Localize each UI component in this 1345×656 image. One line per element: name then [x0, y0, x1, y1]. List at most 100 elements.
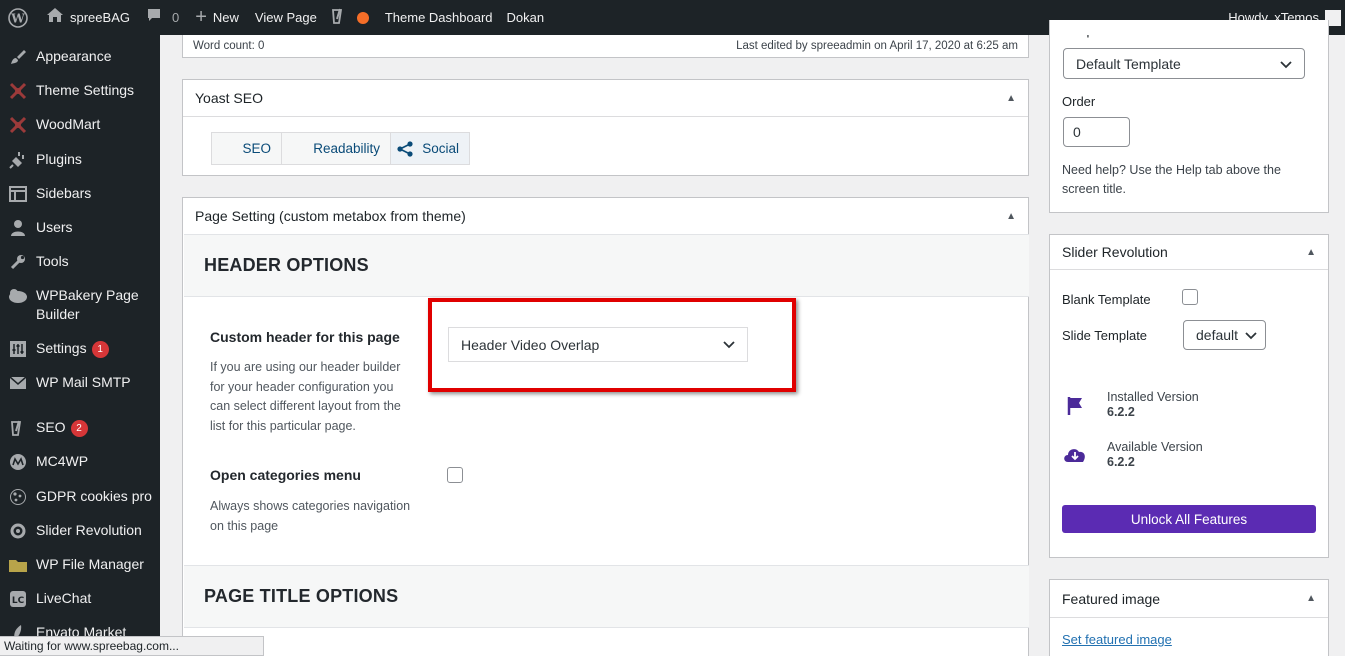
comment-icon — [146, 7, 162, 28]
available-version-value: 6.2.2 — [1107, 455, 1135, 469]
flag-icon — [1066, 396, 1086, 419]
featured-image-header[interactable]: Featured image ▲ — [1050, 580, 1328, 618]
mail-icon — [8, 373, 28, 393]
slide-template-label: Slide Template — [1062, 328, 1148, 343]
custom-header-title: Custom header for this page — [210, 329, 400, 345]
sidebar-item-appearance[interactable]: Appearance — [0, 47, 160, 67]
sidebar-item-wp-file-manager[interactable]: WP File Manager — [0, 555, 160, 575]
blank-template-label: Blank Template — [1062, 292, 1151, 307]
template-selected-value: Default Template — [1076, 55, 1181, 72]
sidebar-item-mc4wp[interactable]: MC4WP — [0, 452, 160, 472]
open-categories-checkbox[interactable] — [447, 467, 463, 483]
sidebar-item-users[interactable]: Users — [0, 218, 160, 238]
order-input[interactable]: 0 — [1063, 117, 1130, 147]
sidebar-item-settings[interactable]: Settings 1 — [0, 339, 160, 359]
yoast-seo-title: Yoast SEO — [195, 90, 263, 106]
collapse-arrow-icon[interactable]: ▲ — [1006, 211, 1016, 222]
open-categories-title: Open categories menu — [210, 467, 361, 483]
page-setting-metabox: Page Setting (custom metabox from theme)… — [182, 197, 1029, 656]
new-label: New — [212, 10, 239, 25]
sidebar-item-tools[interactable]: Tools — [0, 252, 160, 272]
collapse-arrow-icon[interactable]: ▲ — [1006, 93, 1016, 104]
custom-header-description: If you are using our header builder for … — [210, 360, 401, 433]
woodmart-icon — [8, 115, 28, 135]
collapse-arrow-icon[interactable]: ▲ — [1306, 247, 1316, 258]
open-categories-description: Always shows categories navigation on th… — [210, 499, 411, 533]
comments-count: 0 — [171, 10, 180, 25]
template-select[interactable]: Default Template — [1063, 48, 1305, 79]
seo-score-indicator — [356, 11, 369, 24]
seo-notification-badge: 2 — [70, 420, 88, 437]
sidebar-item-woodmart[interactable]: WoodMart — [0, 115, 160, 135]
settings-update-badge: 1 — [91, 341, 109, 358]
slider-revolution-header[interactable]: Slider Revolution ▲ — [1050, 235, 1328, 270]
wordpress-logo-icon[interactable]: W — [0, 0, 34, 35]
plus-icon: + — [195, 6, 207, 28]
theme-dashboard-link[interactable]: Theme Dashboard — [379, 0, 499, 35]
yoast-seo-header[interactable]: Yoast SEO ▲ — [183, 80, 1028, 117]
svg-text:LC: LC — [12, 596, 25, 606]
page-attributes-metabox: Template Default Template Order 0 Need h… — [1049, 20, 1329, 213]
unlock-all-features-button[interactable]: Unlock All Features — [1062, 505, 1316, 533]
theme-settings-icon — [8, 81, 28, 101]
sidebar-item-seo[interactable]: SEO 2 — [0, 418, 160, 438]
dokan-link[interactable]: Dokan — [501, 0, 551, 35]
available-version-label: Available Version — [1107, 440, 1203, 454]
set-featured-image-link[interactable]: Set featured image — [1062, 632, 1172, 647]
editor-status-bar: Word count: 0 Last edited by spreeadmin … — [182, 35, 1029, 58]
sidebar-item-theme-settings[interactable]: Theme Settings — [0, 81, 160, 101]
comments-link[interactable]: 0 — [140, 0, 185, 35]
page-setting-header[interactable]: Page Setting (custom metabox from theme)… — [183, 198, 1028, 234]
featured-image-metabox: Featured image ▲ Set featured image — [1049, 579, 1329, 656]
sidebar-item-sidebars[interactable]: Sidebars — [0, 184, 160, 204]
yoast-adminbar-link[interactable] — [325, 0, 375, 35]
sidebar-item-slider-revolution[interactable]: Slider Revolution — [0, 521, 160, 541]
plugin-icon — [8, 150, 28, 170]
page-setting-title: Page Setting (custom metabox from theme) — [195, 208, 466, 224]
paintbrush-icon — [8, 47, 28, 67]
svg-text:W: W — [10, 11, 25, 25]
sidebar-item-wpbakery[interactable]: WPBakery Page Builder — [0, 286, 160, 324]
sidebar-item-plugins[interactable]: Plugins — [0, 150, 160, 170]
new-content-link[interactable]: + New — [189, 0, 245, 35]
site-name-link[interactable]: spreeBAG — [40, 0, 136, 35]
blank-template-checkbox[interactable] — [1182, 289, 1198, 305]
yoast-tab-bar: SEO Readability Social — [211, 132, 470, 165]
header-options-heading: HEADER OPTIONS — [184, 234, 1029, 297]
slide-template-selected-value: default — [1196, 327, 1239, 343]
sidebar-item-livechat[interactable]: LC LiveChat — [0, 589, 160, 609]
featured-image-title: Featured image — [1062, 590, 1161, 607]
livechat-icon: LC — [8, 589, 28, 609]
collapse-arrow-icon[interactable]: ▲ — [1306, 593, 1316, 604]
wrench-icon — [8, 252, 28, 272]
highlight-annotation — [428, 298, 796, 392]
last-edited: Last edited by spreeadmin on April 17, 2… — [736, 40, 1018, 52]
site-name: spreeBAG — [70, 10, 130, 25]
template-label: Template — [1062, 23, 1115, 38]
tab-seo[interactable]: SEO — [212, 133, 282, 164]
view-page-link[interactable]: View Page — [249, 0, 323, 35]
browser-status-bar: Waiting for www.spreebag.com... — [0, 636, 264, 656]
tab-social[interactable]: Social — [391, 133, 469, 164]
sidebars-icon — [8, 184, 28, 204]
sidebar-item-gdpr[interactable]: GDPR cookies pro — [0, 487, 160, 507]
order-label: Order — [1062, 94, 1096, 109]
chevron-down-icon — [1245, 327, 1257, 343]
admin-sidebar: Appearance Theme Settings WoodMart Plugi… — [0, 35, 160, 656]
cloud-download-icon — [1062, 444, 1088, 467]
share-icon — [397, 140, 413, 157]
slider-revolution-metabox: Slider Revolution ▲ Blank Template Slide… — [1049, 234, 1329, 558]
tab-social-label: Social — [422, 141, 459, 156]
tab-readability[interactable]: Readability — [282, 133, 391, 164]
chevron-down-icon — [1280, 56, 1292, 72]
slider-revolution-title: Slider Revolution — [1062, 244, 1168, 260]
installed-version-value: 6.2.2 — [1107, 405, 1135, 419]
word-count: Word count: 0 — [193, 40, 265, 52]
page-title-options-heading: PAGE TITLE OPTIONS — [184, 565, 1029, 628]
mc4wp-icon — [8, 452, 28, 472]
yoast-icon — [331, 7, 347, 28]
sidebar-item-wp-mail-smtp[interactable]: WP Mail SMTP — [0, 373, 160, 393]
home-icon — [46, 7, 64, 28]
slide-template-select[interactable]: default — [1183, 320, 1266, 350]
slider-revolution-icon — [8, 521, 28, 541]
